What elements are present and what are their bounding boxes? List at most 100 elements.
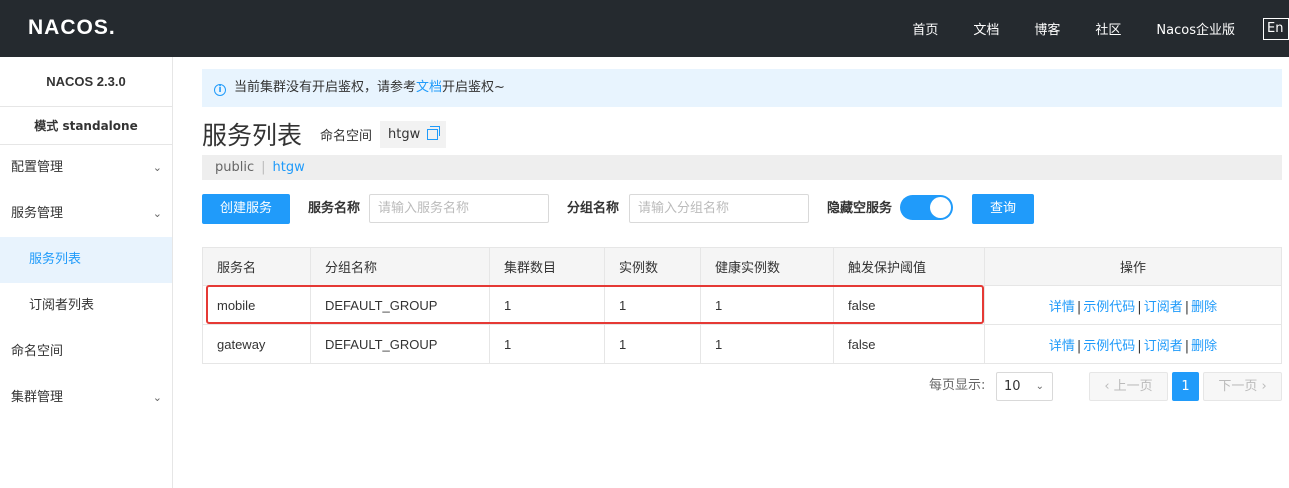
sidebar-item-service-list[interactable]: 服务列表 <box>0 237 172 283</box>
cell-threshold: false <box>833 285 985 325</box>
namespace-label: 命名空间 <box>320 128 373 144</box>
detail-link[interactable]: 详情 <box>1049 300 1075 315</box>
main-content: i 当前集群没有开启鉴权，请参考文档开启鉴权~ 服务列表 命名空间 htgw pu… <box>202 69 1282 401</box>
cell-instance-count: 1 <box>604 324 701 364</box>
chevron-down-icon: ⌄ <box>152 207 162 220</box>
notice-text-end: 开启鉴权~ <box>442 80 505 95</box>
cell-healthy-count: 1 <box>700 285 834 325</box>
nav-community[interactable]: 社区 <box>1095 19 1121 38</box>
divider: | <box>1137 338 1142 354</box>
sidebar-item-label: 订阅者列表 <box>29 298 95 313</box>
copy-icon[interactable] <box>427 125 441 140</box>
divider: | <box>1184 299 1190 315</box>
chevron-down-icon: ⌄ <box>1035 381 1044 392</box>
sample-code-link[interactable]: 示例代码 <box>1083 300 1135 315</box>
sidebar-item-namespace[interactable]: 命名空间 <box>0 329 172 375</box>
cell-group-name: DEFAULT_GROUP <box>310 324 490 364</box>
service-name-label: 服务名称 <box>308 201 361 216</box>
auth-notice: i 当前集群没有开启鉴权，请参考文档开启鉴权~ <box>202 69 1282 107</box>
sidebar-item-cluster-management[interactable]: 集群管理 ⌄ <box>0 375 172 421</box>
prev-page-label: 上一页 <box>1113 379 1153 394</box>
detail-link[interactable]: 详情 <box>1049 339 1075 354</box>
hide-empty-toggle[interactable] <box>900 195 953 220</box>
table-row: mobile DEFAULT_GROUP 1 1 1 false 详情 | 示例代码… <box>202 285 1282 325</box>
sidebar-item-label: 服务列表 <box>29 252 82 267</box>
chevron-left-icon: ‹ <box>1104 379 1110 394</box>
chevron-down-icon: ⌄ <box>152 161 162 174</box>
col-healthy-count: 健康实例数 <box>700 247 834 286</box>
nav-blog[interactable]: 博客 <box>1034 19 1060 38</box>
cell-instance-count: 1 <box>604 285 701 325</box>
divider: | <box>1184 338 1190 354</box>
nav-docs[interactable]: 文档 <box>973 19 999 38</box>
nacos-logo[interactable]: NACOS. <box>28 16 116 40</box>
notice-text: 当前集群没有开启鉴权，请参考 <box>234 80 417 95</box>
chevron-right-icon: › <box>1261 379 1267 394</box>
toggle-knob <box>930 197 951 218</box>
delete-link[interactable]: 删除 <box>1191 300 1217 315</box>
divider: | <box>1076 338 1082 354</box>
per-page-label: 每页显示: <box>929 378 986 393</box>
table-row: gateway DEFAULT_GROUP 1 1 1 false 详情 | 示例代… <box>202 324 1282 364</box>
create-service-button[interactable]: 创建服务 <box>202 194 290 224</box>
nav-home[interactable]: 首页 <box>912 19 938 38</box>
mode-label: 模式 standalone <box>0 107 172 145</box>
cell-service-name: mobile <box>202 285 311 325</box>
group-name-input[interactable] <box>629 194 809 223</box>
cell-actions: 详情 | 示例代码 | 订阅者 | 删除 <box>984 285 1282 325</box>
language-switch-button[interactable]: En <box>1263 17 1289 40</box>
service-name-input[interactable] <box>369 194 549 223</box>
chevron-down-icon: ⌄ <box>152 391 162 404</box>
sidebar-item-label: 集群管理 <box>11 390 64 405</box>
nav-enterprise[interactable]: Nacos企业版 <box>1156 19 1235 38</box>
namespace-item-htgw[interactable]: htgw <box>273 160 305 175</box>
sidebar-item-label: 配置管理 <box>11 160 64 175</box>
col-instance-count: 实例数 <box>604 247 701 286</box>
namespace-item-public[interactable]: public <box>215 160 254 175</box>
query-button[interactable]: 查询 <box>972 194 1034 224</box>
table-header-row: 服务名 分组名称 集群数目 实例数 健康实例数 触发保护阈值 操作 <box>202 247 1282 286</box>
subscribers-link[interactable]: 订阅者 <box>1144 300 1183 315</box>
delete-link[interactable]: 删除 <box>1191 339 1217 354</box>
top-nav: 首页 文档 博客 社区 Nacos企业版 En <box>912 0 1289 57</box>
sample-code-link[interactable]: 示例代码 <box>1083 339 1135 354</box>
col-threshold: 触发保护阈值 <box>833 247 985 286</box>
hide-empty-label: 隐藏空服务 <box>827 201 893 216</box>
namespace-bar: public | htgw <box>202 155 1282 180</box>
top-bar: NACOS. 首页 文档 博客 社区 Nacos企业版 En <box>0 0 1289 57</box>
prev-page-button[interactable]: ‹ 上一页 <box>1089 372 1168 401</box>
divider: | <box>1076 299 1082 315</box>
pagination: 每页显示: 10 ⌄ ‹ 上一页 1 下一页 › <box>202 371 1282 401</box>
sidebar: NACOS 2.3.0 模式 standalone 配置管理 ⌄ 服务管理 ⌄ … <box>0 57 173 488</box>
next-page-button[interactable]: 下一页 › <box>1203 372 1282 401</box>
service-table: 服务名 分组名称 集群数目 实例数 健康实例数 触发保护阈值 操作 mobile… <box>202 247 1282 364</box>
page-size-select[interactable]: 10 ⌄ <box>996 372 1053 401</box>
divider: | <box>1137 299 1142 315</box>
group-name-label: 分组名称 <box>567 201 620 216</box>
divider: | <box>261 160 266 175</box>
page-number-1[interactable]: 1 <box>1172 372 1199 401</box>
docs-link[interactable]: 文档 <box>416 80 442 95</box>
cell-actions: 详情 | 示例代码 | 订阅者 | 删除 <box>984 324 1282 364</box>
cell-service-name: gateway <box>202 324 311 364</box>
sidebar-item-label: 命名空间 <box>11 344 64 359</box>
title-row: 服务列表 命名空间 htgw <box>202 116 802 152</box>
cell-healthy-count: 1 <box>700 324 834 364</box>
sidebar-item-service-management[interactable]: 服务管理 ⌄ <box>0 191 172 237</box>
info-icon: i <box>214 84 226 96</box>
sidebar-item-subscriber-list[interactable]: 订阅者列表 <box>0 283 172 329</box>
col-cluster-count: 集群数目 <box>489 247 605 286</box>
cell-threshold: false <box>833 324 985 364</box>
col-service-name: 服务名 <box>202 247 311 286</box>
cell-cluster-count: 1 <box>489 285 605 325</box>
col-group-name: 分组名称 <box>310 247 490 286</box>
next-page-label: 下一页 <box>1218 379 1258 394</box>
namespace-value: htgw <box>388 126 421 142</box>
page-size-value: 10 <box>1004 379 1021 394</box>
namespace-tag: htgw <box>380 120 447 148</box>
page-title: 服务列表 <box>202 121 303 150</box>
subscribers-link[interactable]: 订阅者 <box>1144 339 1183 354</box>
cell-group-name: DEFAULT_GROUP <box>310 285 490 325</box>
col-actions: 操作 <box>984 247 1282 286</box>
sidebar-item-config-management[interactable]: 配置管理 ⌄ <box>0 145 172 191</box>
